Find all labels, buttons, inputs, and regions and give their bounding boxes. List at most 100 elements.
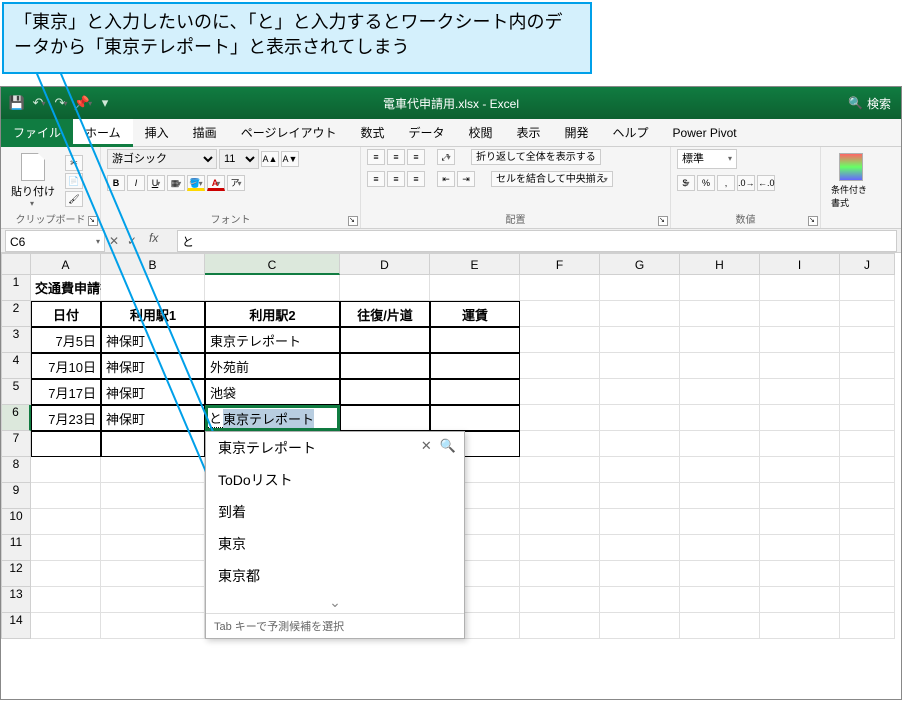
cell[interactable]: 外苑前 <box>205 353 340 379</box>
col-header[interactable]: J <box>840 253 895 275</box>
font-name-select[interactable]: 游ゴシック <box>107 149 217 169</box>
cell[interactable] <box>760 457 840 483</box>
cell[interactable] <box>680 561 760 587</box>
cell[interactable] <box>760 561 840 587</box>
cell[interactable] <box>520 431 600 457</box>
cell[interactable]: 7月17日 <box>31 379 101 405</box>
cell[interactable] <box>101 587 205 613</box>
row-header[interactable]: 1 <box>1 275 31 301</box>
decrease-decimal-button[interactable]: ←.0 <box>757 175 775 191</box>
decrease-indent-icon[interactable]: ⇤ <box>437 171 455 187</box>
row-header[interactable]: 10 <box>1 509 31 535</box>
cell[interactable] <box>760 431 840 457</box>
col-header[interactable]: C <box>205 253 340 275</box>
align-middle-icon[interactable]: ≡ <box>387 149 405 165</box>
cell[interactable] <box>760 301 840 327</box>
cell[interactable]: 日付 <box>31 301 101 327</box>
cell[interactable] <box>680 275 760 301</box>
number-format-select[interactable]: 標準 ▾ <box>677 149 737 169</box>
tab-developer[interactable]: 開発 <box>553 119 601 147</box>
col-header[interactable]: F <box>520 253 600 275</box>
ime-candidate[interactable]: ToDoリスト <box>206 464 464 496</box>
cell[interactable] <box>840 301 895 327</box>
cell[interactable] <box>520 613 600 639</box>
cell[interactable] <box>520 327 600 353</box>
cell[interactable] <box>520 353 600 379</box>
fill-color-button[interactable]: 🪣▾ <box>187 175 205 191</box>
cell[interactable]: 7月10日 <box>31 353 101 379</box>
select-all-button[interactable] <box>1 253 31 275</box>
row-header[interactable]: 4 <box>1 353 31 379</box>
cell[interactable] <box>31 587 101 613</box>
cell[interactable] <box>760 327 840 353</box>
cell[interactable] <box>600 457 680 483</box>
chevron-down-icon[interactable]: ▾ <box>96 231 100 251</box>
cell[interactable] <box>31 483 101 509</box>
name-box[interactable]: C6 ▾ <box>5 230 105 252</box>
phonetic-button[interactable]: ア▾ <box>227 175 245 191</box>
cell[interactable]: 利用駅2 <box>205 301 340 327</box>
cell[interactable]: 交通費申請書 <box>31 275 101 301</box>
cell[interactable] <box>680 483 760 509</box>
cell[interactable] <box>680 327 760 353</box>
cell[interactable] <box>840 457 895 483</box>
cell[interactable] <box>680 353 760 379</box>
col-header[interactable]: G <box>600 253 680 275</box>
underline-button[interactable]: U▾ <box>147 175 165 191</box>
cell[interactable] <box>430 405 520 431</box>
cell[interactable] <box>520 587 600 613</box>
chevron-down-icon[interactable]: ⌄ <box>206 592 464 613</box>
cell[interactable] <box>680 431 760 457</box>
cell[interactable] <box>840 275 895 301</box>
cell[interactable] <box>760 275 840 301</box>
cell[interactable] <box>520 535 600 561</box>
cell[interactable] <box>430 327 520 353</box>
cell[interactable] <box>840 405 895 431</box>
cell[interactable] <box>520 457 600 483</box>
cell[interactable] <box>840 509 895 535</box>
row-header[interactable]: 12 <box>1 561 31 587</box>
cell[interactable] <box>600 587 680 613</box>
row-header[interactable]: 8 <box>1 457 31 483</box>
format-painter-icon[interactable]: 🖌 <box>65 191 83 207</box>
cell[interactable]: 利用駅1 <box>101 301 205 327</box>
align-right-icon[interactable]: ≡ <box>407 171 425 187</box>
cell[interactable] <box>840 613 895 639</box>
cell[interactable] <box>760 587 840 613</box>
cell[interactable] <box>31 561 101 587</box>
cell[interactable]: 神保町 <box>101 405 205 431</box>
cell[interactable] <box>760 483 840 509</box>
cell[interactable] <box>840 327 895 353</box>
cell[interactable] <box>840 561 895 587</box>
row-header[interactable]: 13 <box>1 587 31 613</box>
dialog-launcher-icon[interactable]: ↘ <box>658 216 668 226</box>
cell[interactable] <box>31 457 101 483</box>
cell[interactable] <box>430 379 520 405</box>
cell[interactable] <box>520 379 600 405</box>
col-header[interactable]: I <box>760 253 840 275</box>
cell[interactable] <box>205 275 340 301</box>
cell[interactable]: 神保町 <box>101 379 205 405</box>
tab-help[interactable]: ヘルプ <box>601 119 661 147</box>
row-header[interactable]: 6 <box>1 405 31 431</box>
align-left-icon[interactable]: ≡ <box>367 171 385 187</box>
cell[interactable] <box>680 379 760 405</box>
cell[interactable] <box>600 353 680 379</box>
cell[interactable] <box>31 535 101 561</box>
cell[interactable] <box>680 613 760 639</box>
cell[interactable] <box>101 535 205 561</box>
col-header[interactable]: E <box>430 253 520 275</box>
align-bottom-icon[interactable]: ≡ <box>407 149 425 165</box>
cell[interactable] <box>600 535 680 561</box>
cell[interactable] <box>600 301 680 327</box>
tab-review[interactable]: 校閲 <box>456 119 504 147</box>
merge-center-button[interactable]: セルを結合して中央揃え▾ <box>491 171 613 187</box>
cell[interactable] <box>520 301 600 327</box>
cell[interactable] <box>340 275 430 301</box>
cell[interactable] <box>760 379 840 405</box>
row-header[interactable]: 9 <box>1 483 31 509</box>
cell[interactable] <box>101 509 205 535</box>
cell[interactable] <box>31 613 101 639</box>
cell[interactable] <box>101 561 205 587</box>
tab-view[interactable]: 表示 <box>505 119 553 147</box>
